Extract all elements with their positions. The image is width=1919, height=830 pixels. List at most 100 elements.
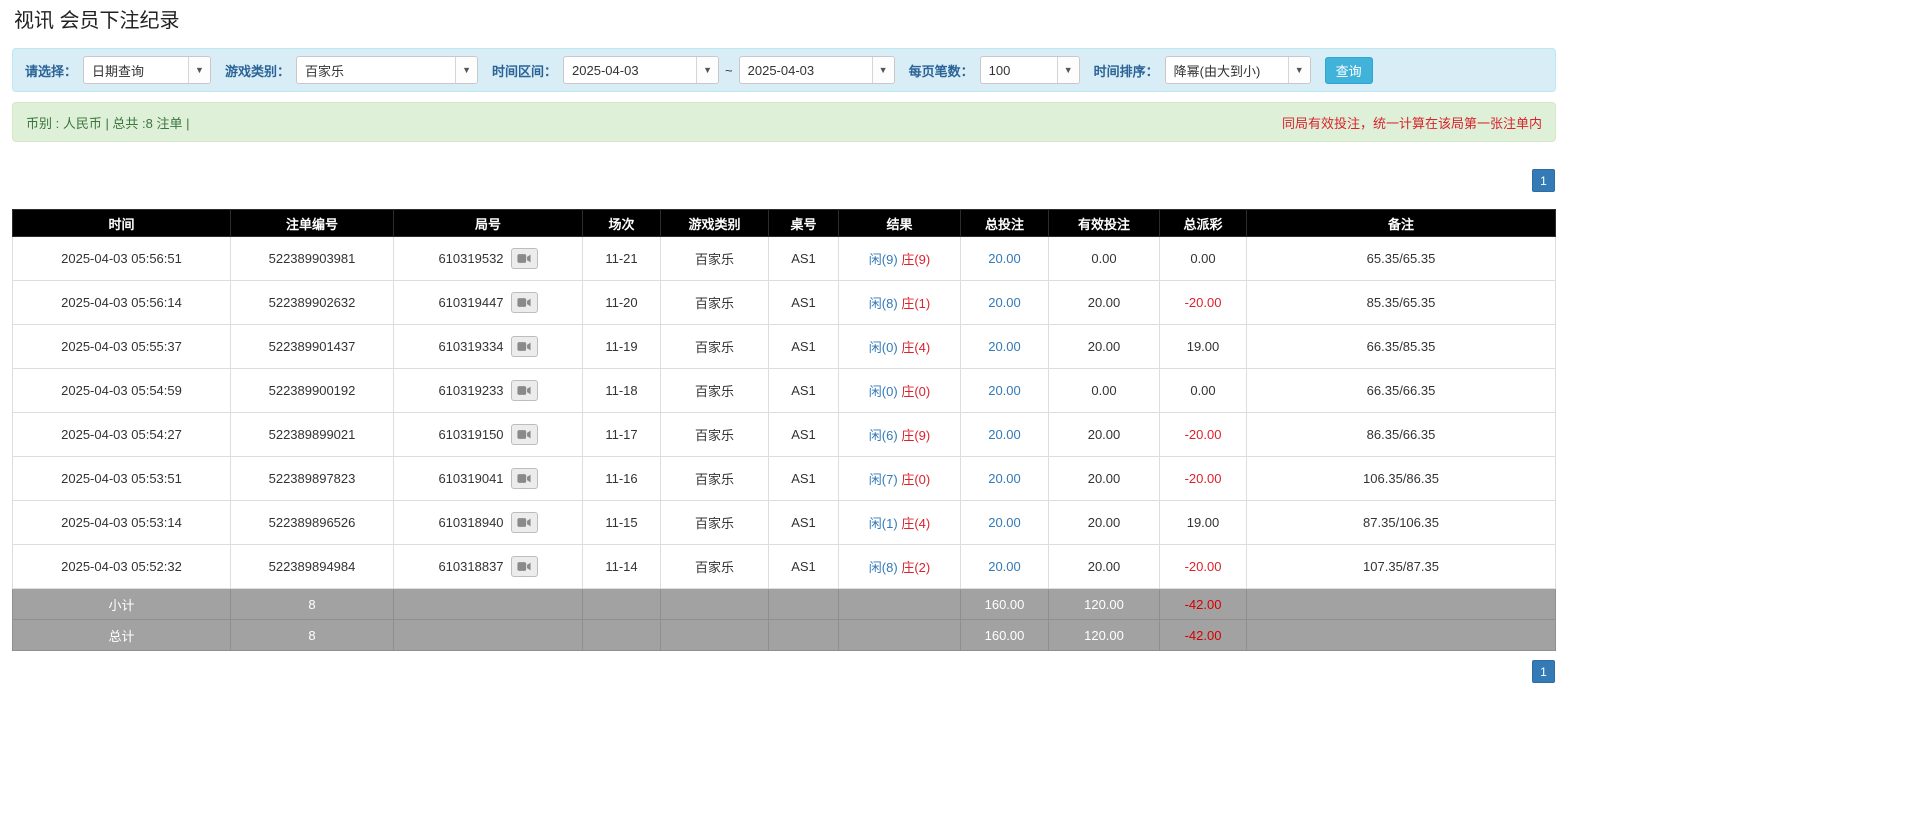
cell-time: 2025-04-03 05:56:14 <box>12 280 231 325</box>
chevron-down-icon[interactable]: ▼ <box>696 57 719 83</box>
search-button[interactable]: 查询 <box>1324 56 1373 84</box>
empty-cell <box>582 588 661 620</box>
table-row: 2025-04-03 05:53:14 522389896526 610318940… <box>12 500 1556 545</box>
chevron-down-icon[interactable]: ▼ <box>1287 57 1310 83</box>
cell-bet-id: 522389897823 <box>230 456 394 501</box>
total-bet-link[interactable]: 20.00 <box>988 427 1021 442</box>
cell-session: 11-15 <box>582 500 661 545</box>
video-replay-button[interactable] <box>510 424 538 445</box>
page-size-select[interactable]: 100 ▼ <box>979 56 1080 84</box>
filter-sort: 时间排序： 降幂(由大到小) ▼ <box>1094 56 1311 84</box>
banker-result: 庄(2) <box>901 560 931 575</box>
column-header-9: 总派彩 <box>1159 209 1247 237</box>
cell-total-bet: 20.00 <box>960 544 1049 589</box>
query-type-value[interactable]: 日期查询 <box>84 57 188 83</box>
empty-cell <box>582 619 661 651</box>
total-row-count: 8 <box>230 619 394 651</box>
cell-result: 闲(0) 庄(0) <box>838 368 961 413</box>
cell-valid-bet: 20.00 <box>1048 324 1160 369</box>
cell-game-type: 百家乐 <box>660 280 769 325</box>
total-row: 总计 8 160.00 120.00 -42.00 <box>12 619 1556 651</box>
total-bet-link[interactable]: 20.00 <box>988 515 1021 530</box>
cell-remark: 65.35/65.35 <box>1246 236 1556 281</box>
empty-cell <box>768 588 839 620</box>
cell-table-no: AS1 <box>768 412 839 457</box>
total-bet-link[interactable]: 20.00 <box>988 383 1021 398</box>
total-bet-link[interactable]: 20.00 <box>988 339 1021 354</box>
video-replay-button[interactable] <box>510 292 538 313</box>
table-row: 2025-04-03 05:56:51 522389903981 610319532… <box>12 236 1556 281</box>
column-header-0: 时间 <box>12 209 231 237</box>
date-to-select[interactable]: 2025-04-03 ▼ <box>738 56 895 84</box>
chevron-down-icon[interactable]: ▼ <box>871 57 894 83</box>
date-from-value[interactable]: 2025-04-03 <box>564 57 696 83</box>
total-bet-link[interactable]: 20.00 <box>988 559 1021 574</box>
cell-valid-bet: 20.00 <box>1048 544 1160 589</box>
cell-time: 2025-04-03 05:54:27 <box>12 412 231 457</box>
round-id-text: 610319041 <box>438 471 504 486</box>
cell-round-id: 610318940 <box>393 500 583 545</box>
chevron-down-icon[interactable]: ▼ <box>455 57 478 83</box>
cell-result: 闲(6) 庄(9) <box>838 412 961 457</box>
cell-remark: 66.35/85.35 <box>1246 324 1556 369</box>
page-size-value[interactable]: 100 <box>981 57 1057 83</box>
cell-valid-bet: 20.00 <box>1048 412 1160 457</box>
table-header: 时间 注单编号 局号 场次 游戏类别 桌号 结果 总投注 有效投注 总派彩 备注 <box>12 209 1556 237</box>
total-bet-link[interactable]: 20.00 <box>988 251 1021 266</box>
page-button-1[interactable]: 1 <box>1532 660 1555 683</box>
game-type-value[interactable]: 百家乐 <box>297 57 455 83</box>
cell-remark: 87.35/106.35 <box>1246 500 1556 545</box>
video-replay-button[interactable] <box>510 248 538 269</box>
player-result: 闲(0) <box>868 384 898 399</box>
video-replay-button[interactable] <box>510 380 538 401</box>
page-button-1[interactable]: 1 <box>1532 169 1555 192</box>
cell-session: 11-14 <box>582 544 661 589</box>
cell-bet-id: 522389894984 <box>230 544 394 589</box>
sort-select[interactable]: 降幂(由大到小) ▼ <box>1164 56 1311 84</box>
cell-session: 11-17 <box>582 412 661 457</box>
video-replay-button[interactable] <box>510 556 538 577</box>
cell-bet-id: 522389899021 <box>230 412 394 457</box>
cell-session: 11-20 <box>582 280 661 325</box>
sort-value[interactable]: 降幂(由大到小) <box>1166 57 1288 83</box>
cell-payout: 19.00 <box>1159 500 1247 545</box>
cell-table-no: AS1 <box>768 456 839 501</box>
summary-note: 同局有效投注，统一计算在该局第一张注单内 <box>1281 115 1542 131</box>
query-type-label: 请选择： <box>25 63 78 79</box>
cell-total-bet: 20.00 <box>960 368 1049 413</box>
cell-result: 闲(7) 庄(0) <box>838 456 961 501</box>
game-type-select[interactable]: 百家乐 ▼ <box>296 56 479 84</box>
chevron-down-icon[interactable]: ▼ <box>188 57 211 83</box>
total-row-total-bet: 160.00 <box>960 619 1049 651</box>
cell-result: 闲(8) 庄(1) <box>838 280 961 325</box>
cell-payout: 0.00 <box>1159 368 1247 413</box>
round-id-text: 610319334 <box>438 339 504 354</box>
video-replay-button[interactable] <box>510 336 538 357</box>
video-replay-button[interactable] <box>510 468 538 489</box>
cell-table-no: AS1 <box>768 324 839 369</box>
column-header-8: 有效投注 <box>1048 209 1160 237</box>
table-row: 2025-04-03 05:55:37 522389901437 610319334… <box>12 324 1556 369</box>
table-row: 2025-04-03 05:54:27 522389899021 610319150… <box>12 412 1556 457</box>
subtotal-row-valid-bet: 120.00 <box>1048 588 1160 620</box>
bet-records-table: 时间 注单编号 局号 场次 游戏类别 桌号 结果 总投注 有效投注 总派彩 备注 2025-04-0… <box>12 209 1556 651</box>
cell-table-no: AS1 <box>768 500 839 545</box>
subtotal-row-count: 8 <box>230 588 394 620</box>
total-bet-link[interactable]: 20.00 <box>988 295 1021 310</box>
player-result: 闲(0) <box>868 340 898 355</box>
query-type-select[interactable]: 日期查询 ▼ <box>83 56 212 84</box>
page-container: 视讯 会员下注纪录 请选择： 日期查询 ▼ 游戏类别： 百家乐 ▼ 时间区间： … <box>12 4 1556 683</box>
chevron-down-icon[interactable]: ▼ <box>1056 57 1079 83</box>
date-from-select[interactable]: 2025-04-03 ▼ <box>563 56 720 84</box>
sort-label: 时间排序： <box>1093 63 1159 79</box>
table-row: 2025-04-03 05:56:14 522389902632 610319447… <box>12 280 1556 325</box>
video-replay-button[interactable] <box>510 512 538 533</box>
total-row-label: 总计 <box>12 619 231 651</box>
filter-page-size: 每页笔数： 100 ▼ <box>909 56 1080 84</box>
date-to-value[interactable]: 2025-04-03 <box>740 57 872 83</box>
player-result: 闲(8) <box>868 560 898 575</box>
cell-total-bet: 20.00 <box>960 324 1049 369</box>
total-bet-link[interactable]: 20.00 <box>988 471 1021 486</box>
cell-table-no: AS1 <box>768 368 839 413</box>
column-header-6: 结果 <box>838 209 961 237</box>
